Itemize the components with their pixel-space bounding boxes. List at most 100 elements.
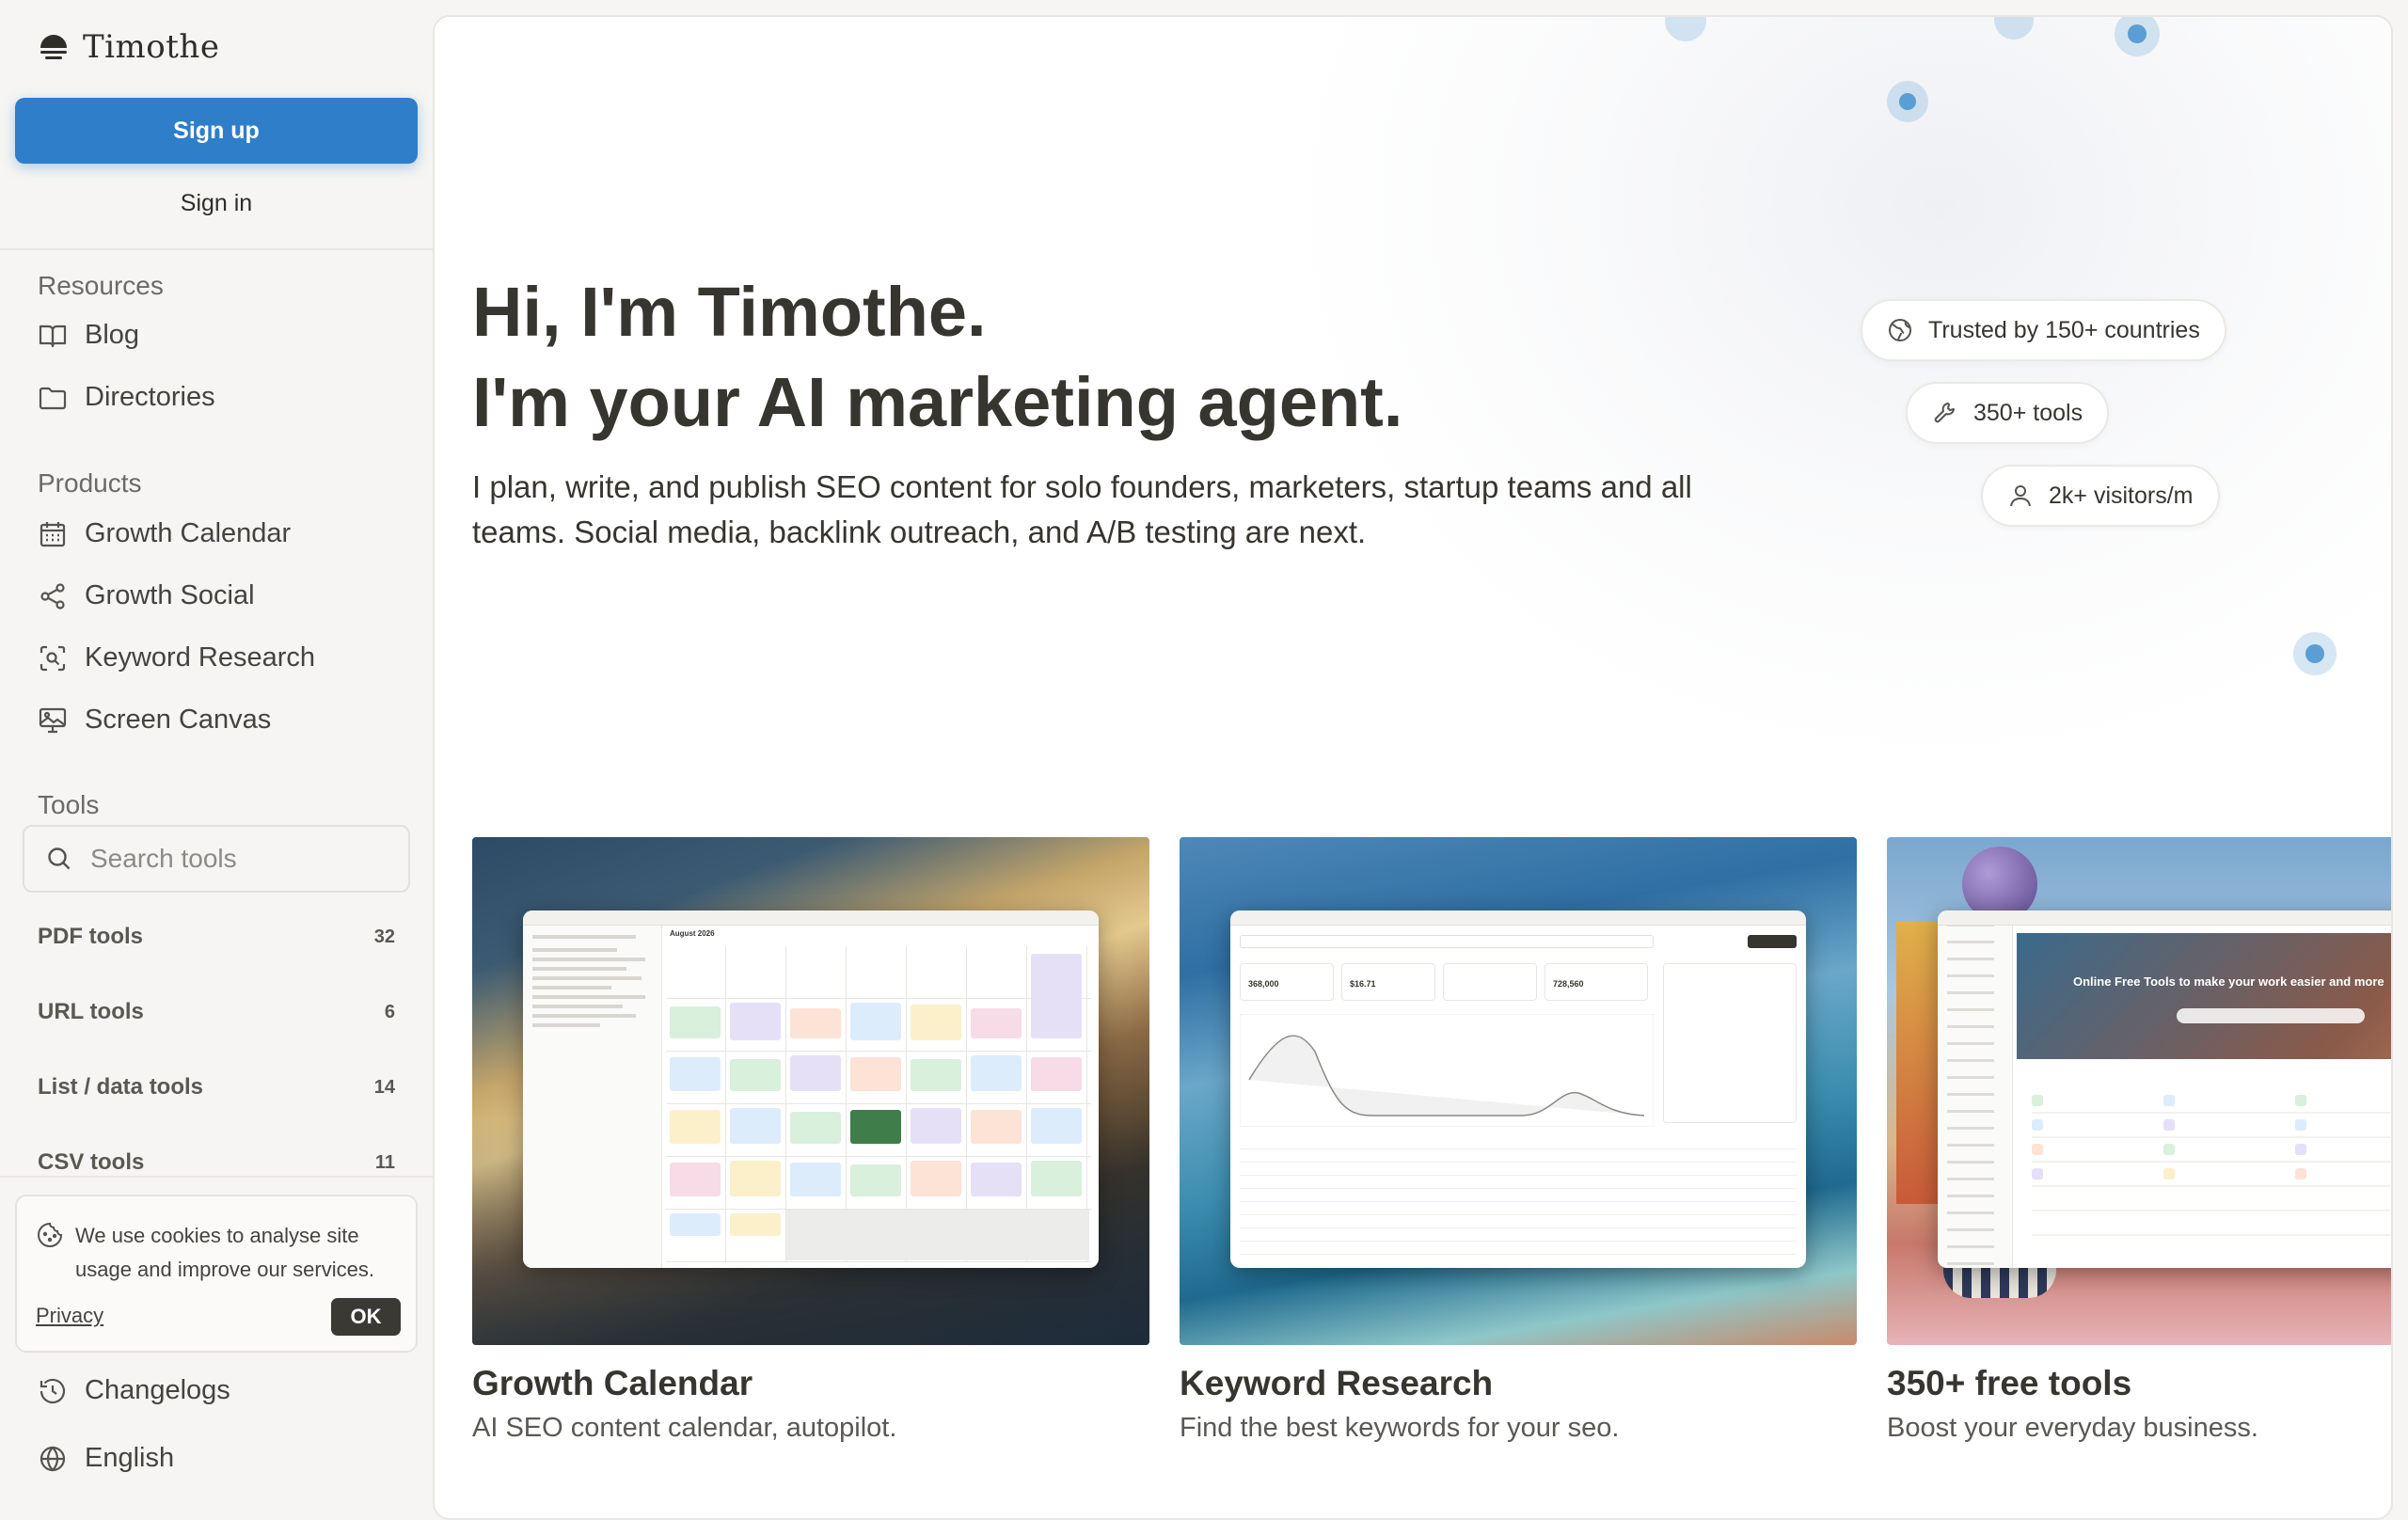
tool-category-url[interactable]: URL tools 6	[38, 999, 395, 1025]
card-description: Find the best keywords for your seo.	[1180, 1413, 1620, 1443]
folder-icon	[39, 387, 67, 409]
language-selector[interactable]: English	[38, 1443, 174, 1474]
card-image: 368,000 $16.71 728,560	[1180, 837, 1857, 1345]
cookie-icon	[38, 1222, 63, 1247]
calendar-screenshot: August 2026	[523, 910, 1099, 1268]
decor-dot	[1899, 93, 1916, 110]
tool-category-count: 11	[374, 1151, 395, 1173]
hero-background	[1281, 17, 2391, 769]
sidebar-item-keyword-research[interactable]: Keyword Research	[38, 642, 315, 673]
resources-heading: Resources	[38, 271, 164, 300]
tool-category-label: PDF tools	[38, 924, 143, 949]
sidebar-item-blog[interactable]: Blog	[38, 320, 139, 351]
brand-name: Timothe	[83, 28, 220, 66]
sign-in-button[interactable]: Sign in	[15, 184, 418, 222]
card-description: Boost your everyday business.	[1887, 1413, 2258, 1443]
stat-visitors: 2k+ visitors/m	[1981, 465, 2220, 527]
sidebar: Timothe Sign up Sign in Resources Blog D…	[0, 0, 433, 1505]
products-heading: Products	[38, 468, 142, 498]
stat-countries: Trusted by 150+ countries	[1861, 299, 2226, 361]
kw-cpc: $16.71	[1350, 979, 1376, 989]
window-bar	[523, 910, 1099, 926]
main-panel: Hi, I'm Timothe. I'm your AI marketing a…	[433, 15, 2393, 1520]
hero-title: Hi, I'm Timothe. I'm your AI marketing a…	[472, 267, 1402, 448]
privacy-link[interactable]: Privacy	[36, 1304, 103, 1328]
sidebar-item-growth-social[interactable]: Growth Social	[38, 580, 255, 611]
stat-label: Trusted by 150+ countries	[1928, 316, 2200, 343]
kw-table	[1240, 1136, 1797, 1262]
hero-title-line1: Hi, I'm Timothe.	[472, 273, 987, 351]
logo-icon	[40, 35, 67, 59]
hero-subtitle: I plan, write, and publish SEO content f…	[472, 469, 1692, 549]
sidebar-item-directories[interactable]: Directories	[38, 382, 215, 413]
kw-volume: 368,000	[1248, 979, 1279, 989]
sidebar-item-label: Growth Calendar	[85, 518, 292, 548]
cookie-banner: We use cookies to analyse site usage and…	[15, 1195, 418, 1353]
card-title: 350+ free tools	[1887, 1364, 2132, 1402]
decor-dot	[2128, 24, 2147, 43]
tool-category-pdf[interactable]: PDF tools 32	[38, 924, 395, 950]
globe-icon	[1889, 319, 1911, 341]
search-icon	[48, 847, 71, 870]
tool-category-count: 6	[384, 1001, 395, 1022]
kw-total: 728,560	[1553, 979, 1584, 989]
card-free-tools[interactable]: Online Free Tools to make your work easi…	[1887, 837, 2391, 1444]
card-image: August 2026	[472, 837, 1149, 1345]
chat-pane	[523, 926, 662, 1268]
cookie-text: We use cookies to analyse site usage and…	[75, 1224, 374, 1281]
calendar-month: August 2026	[670, 929, 715, 938]
tools-heading: Tools	[38, 790, 100, 819]
divider	[0, 248, 433, 250]
tool-category-count: 14	[373, 1076, 395, 1098]
tools-grid	[2032, 1089, 2391, 1259]
user-icon	[2010, 485, 2031, 507]
sidebar-item-label: Screen Canvas	[85, 705, 272, 735]
globe-icon	[40, 1445, 66, 1472]
calendar-grid	[666, 946, 1091, 1262]
tools-screenshot: Online Free Tools to make your work easi…	[1938, 910, 2391, 1268]
stat-label: 350+ tools	[1973, 399, 2083, 426]
tools-sidebar	[1938, 926, 2013, 1268]
sign-up-button[interactable]: Sign up	[15, 98, 418, 164]
card-keyword-research[interactable]: 368,000 $16.71 728,560 Keyword Research …	[1180, 837, 1857, 1444]
decor-dot	[2305, 644, 2324, 663]
window-bar	[1230, 910, 1806, 926]
tool-category-label: URL tools	[38, 999, 144, 1024]
sidebar-item-screen-canvas[interactable]: Screen Canvas	[38, 705, 271, 736]
search-tools-box[interactable]	[23, 825, 410, 893]
sidebar-item-label: Growth Social	[85, 580, 255, 610]
tool-category-list-data[interactable]: List / data tools 14	[38, 1074, 395, 1100]
calendar-icon	[40, 521, 66, 546]
tool-category-label: List / data tools	[38, 1074, 204, 1100]
tool-category-csv[interactable]: CSV tools 11	[38, 1149, 395, 1176]
cookie-ok-button[interactable]: OK	[331, 1298, 401, 1336]
share-icon	[40, 582, 65, 610]
card-growth-calendar[interactable]: August 2026 Growth Calendar AI SEO conte…	[472, 837, 1149, 1444]
history-icon	[40, 1378, 66, 1403]
book-icon	[39, 325, 67, 347]
search-tools-input[interactable]	[90, 844, 401, 874]
keyword-screenshot: 368,000 $16.71 728,560	[1230, 910, 1806, 1268]
stat-tools: 350+ tools	[1906, 382, 2110, 444]
card-description: AI SEO content calendar, autopilot.	[472, 1413, 897, 1443]
sidebar-item-changelogs[interactable]: Changelogs	[38, 1375, 230, 1406]
wrench-icon	[1934, 403, 1955, 423]
tools-banner-title: Online Free Tools to make your work easi…	[2073, 974, 2384, 989]
sidebar-item-label: English	[85, 1443, 175, 1473]
tool-category-count: 32	[373, 926, 395, 947]
tool-category-label: CSV tools	[38, 1149, 145, 1175]
card-title: Growth Calendar	[472, 1364, 753, 1402]
sidebar-item-growth-calendar[interactable]: Growth Calendar	[38, 518, 291, 549]
sidebar-item-label: Blog	[85, 320, 140, 350]
tools-banner: Online Free Tools to make your work easi…	[2017, 933, 2391, 1059]
brand[interactable]: Timothe	[38, 28, 219, 66]
stat-label: 2k+ visitors/m	[2049, 482, 2194, 509]
sidebar-item-label: Changelogs	[85, 1375, 230, 1405]
hero-title-line2: I'm your AI marketing agent.	[472, 363, 1403, 441]
monitor-image-icon	[39, 707, 67, 733]
sidebar-item-label: Directories	[85, 382, 215, 412]
scan-search-icon	[40, 645, 66, 671]
sidebar-item-label: Keyword Research	[85, 642, 315, 673]
divider	[0, 1176, 433, 1178]
kw-trend-chart	[1240, 1014, 1654, 1127]
